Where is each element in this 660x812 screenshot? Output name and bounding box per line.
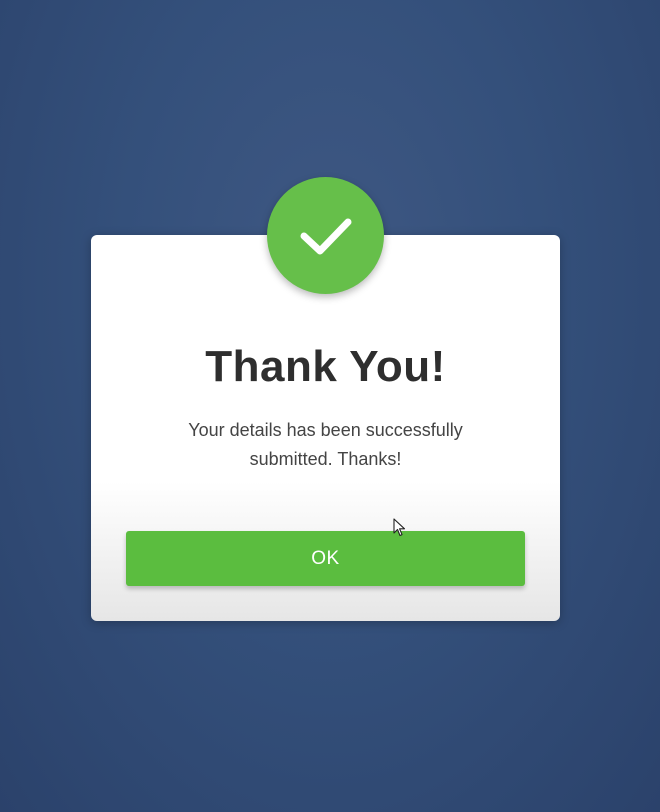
success-badge [267, 177, 384, 294]
mouse-cursor-icon [393, 518, 406, 537]
popup-title: Thank You! [205, 342, 446, 391]
popup-message: Your details has been successfully submi… [188, 420, 463, 469]
checkmark-icon [300, 218, 351, 254]
ok-button[interactable]: OK [126, 531, 525, 586]
